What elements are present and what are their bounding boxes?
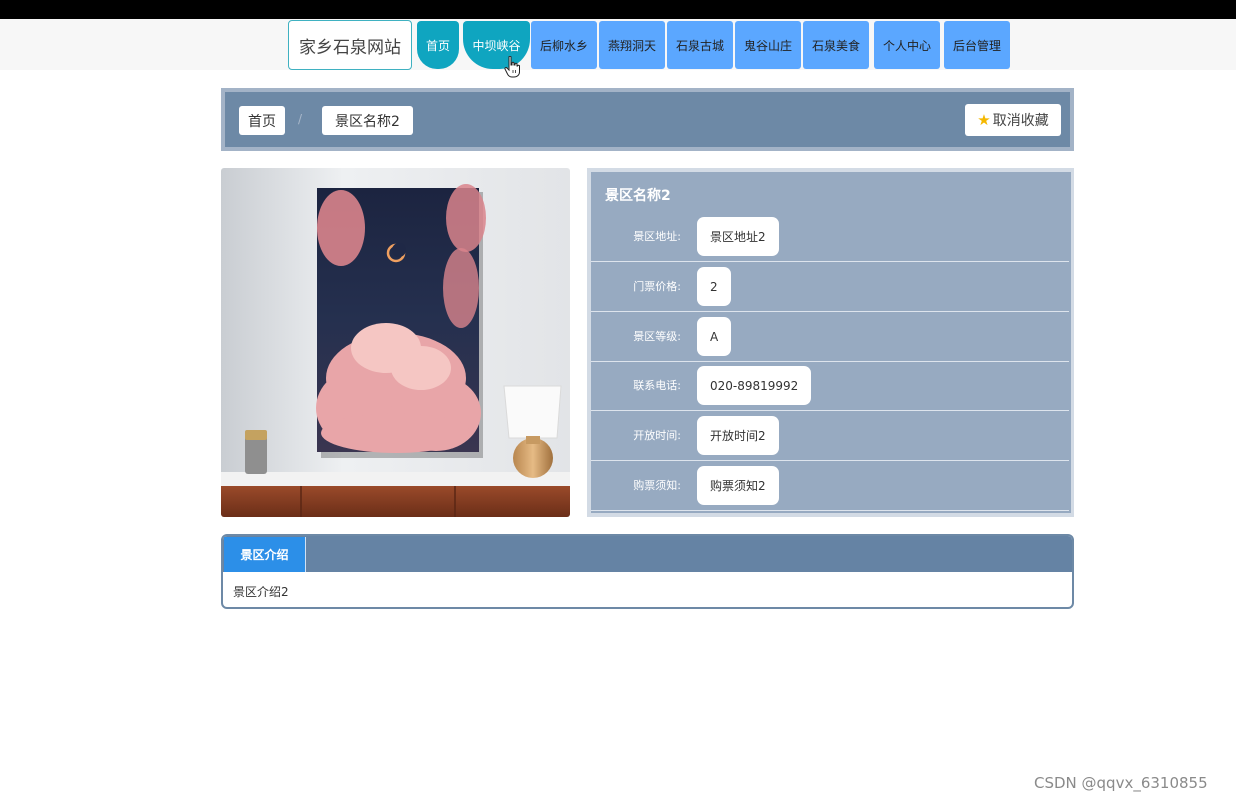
info-value: A [697,317,732,356]
nav-item-meishi[interactable]: 石泉美食 [803,21,869,69]
info-row-notice: 购票须知: 购票须知2 [591,461,1069,511]
unfavorite-button[interactable]: ★ 取消收藏 [965,104,1061,136]
info-label: 景区等级: [633,330,681,343]
info-label: 联系电话: [633,379,681,392]
scenic-photo [221,168,570,517]
info-row-address: 景区地址: 景区地址2 [591,212,1069,262]
hand-cursor-icon [504,56,520,78]
breadcrumb-bar: 首页 / 景区名称2 ★ 取消收藏 [221,88,1074,151]
nav-item-home[interactable]: 首页 [417,21,459,69]
breadcrumb-separator: / [298,112,303,126]
site-logo[interactable]: 家乡石泉网站 [288,20,412,70]
info-value: 开放时间2 [697,416,779,455]
nav-item-admin[interactable]: 后台管理 [944,21,1010,69]
intro-tabs: 景区介绍 景区介绍2 [221,534,1074,609]
nav-item-gucheng[interactable]: 石泉古城 [667,21,733,69]
unfavorite-label: 取消收藏 [992,113,1049,129]
nav-item-yanxiang[interactable]: 燕翔洞天 [599,21,665,69]
info-value: 020-89819992 [697,366,812,405]
watermark: CSDN @qqvx_6310855 [1034,774,1208,792]
nav-item-houliu[interactable]: 后柳水乡 [531,21,597,69]
info-label: 门票价格: [633,280,681,293]
scenic-info-panel: 景区名称2 景区地址: 景区地址2 门票价格: 2 景区等级: A 联系电话: … [587,168,1074,517]
info-value: 2 [697,267,731,306]
intro-content: 景区介绍2 [233,585,289,599]
info-label: 开放时间: [633,429,681,442]
tab-intro[interactable]: 景区介绍 [224,537,306,572]
info-row-phone: 联系电话: 020-89819992 [591,361,1069,411]
tabs-header: 景区介绍 [223,536,1072,572]
browser-top-strip [0,0,1236,19]
breadcrumb-home[interactable]: 首页 [239,106,285,135]
info-label: 购票须知: [633,479,681,492]
star-icon: ★ [977,111,991,129]
nav-item-personal[interactable]: 个人中心 [874,21,940,69]
info-row-price: 门票价格: 2 [591,262,1069,312]
info-row-hours: 开放时间: 开放时间2 [591,411,1069,461]
info-value: 购票须知2 [697,466,779,505]
info-value: 景区地址2 [697,217,779,256]
breadcrumb-current[interactable]: 景区名称2 [322,106,413,135]
nav-item-guigu[interactable]: 鬼谷山庄 [735,21,801,69]
info-label: 景区地址: [633,230,681,243]
scenic-title: 景区名称2 [605,188,671,204]
info-row-level: 景区等级: A [591,312,1069,362]
